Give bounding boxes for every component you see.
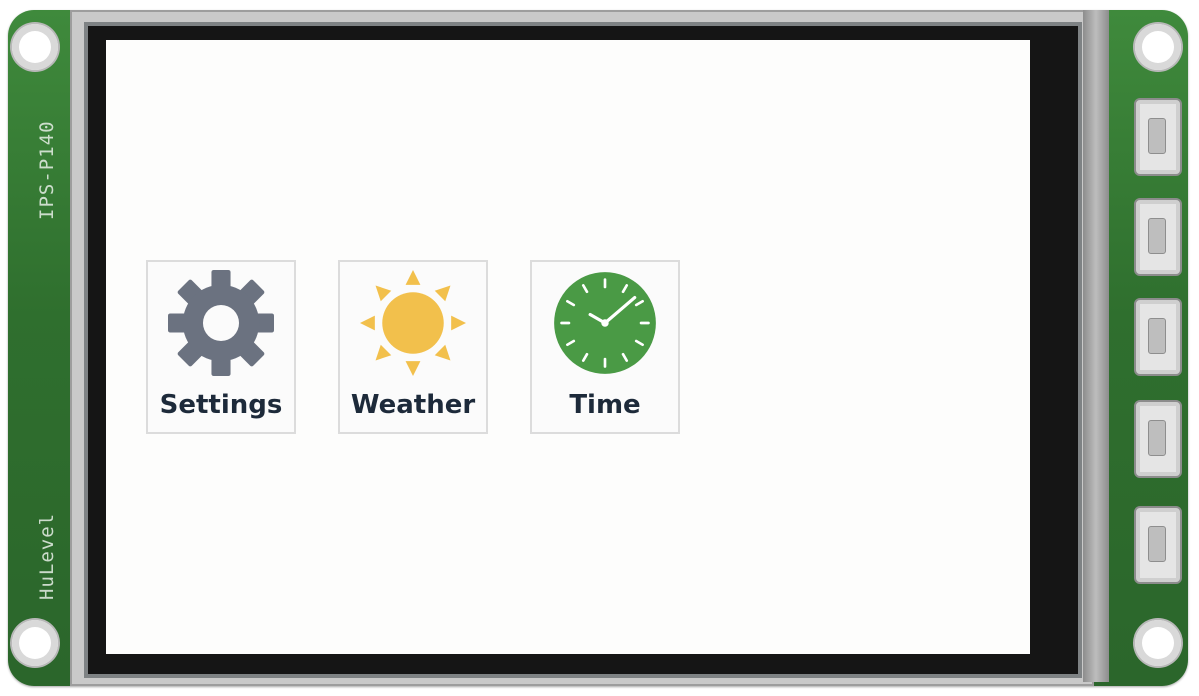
hardware-button[interactable] (1134, 298, 1182, 376)
mounting-hole (12, 620, 58, 666)
settings-app-button[interactable]: Settings (146, 260, 296, 434)
clock-icon (554, 272, 656, 374)
display-screen: Settings Weather Time (106, 40, 1030, 654)
board-silk-model: IPS-P140 (36, 120, 58, 220)
time-app-button[interactable]: Time (530, 260, 680, 434)
mounting-hole (1135, 620, 1181, 666)
gear-icon (168, 270, 274, 376)
settings-label: Settings (159, 390, 283, 420)
hardware-button[interactable] (1134, 98, 1182, 176)
board-silk-brand: HuLevel (36, 512, 58, 600)
flex-cable (1083, 10, 1109, 682)
mounting-hole (1135, 24, 1181, 70)
time-label: Time (569, 390, 641, 420)
weather-app-button[interactable]: Weather (338, 260, 488, 434)
hardware-button[interactable] (1134, 198, 1182, 276)
hardware-button[interactable] (1134, 506, 1182, 584)
sun-icon (360, 270, 466, 376)
mounting-hole (12, 24, 58, 70)
hardware-button[interactable] (1134, 400, 1182, 478)
weather-label: Weather (350, 390, 476, 420)
